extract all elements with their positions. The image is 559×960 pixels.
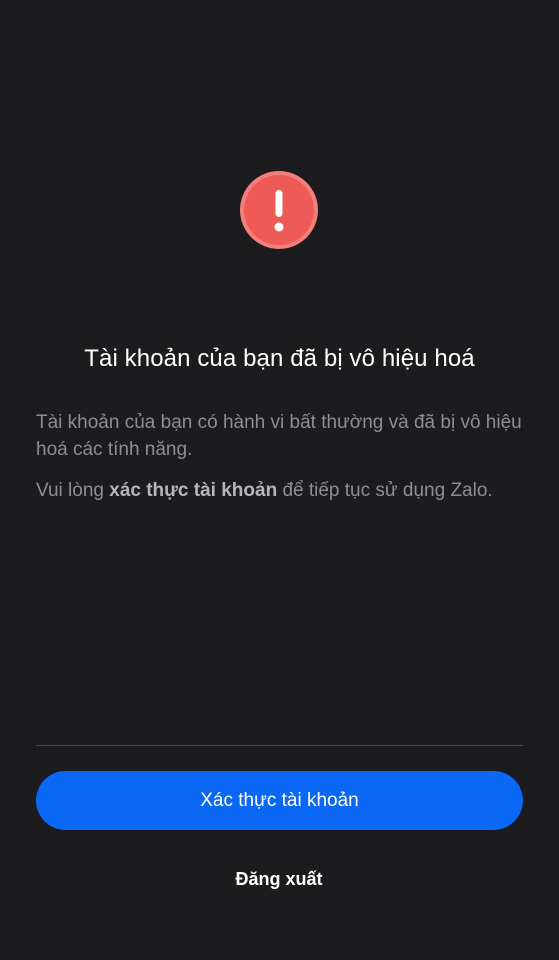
divider — [36, 745, 523, 746]
disabled-account-screen: Tài khoản của bạn đã bị vô hiệu hoá Tài … — [0, 0, 559, 960]
verify-account-button[interactable]: Xác thực tài khoản — [36, 771, 523, 830]
page-title: Tài khoản của bạn đã bị vô hiệu hoá — [84, 345, 475, 372]
instruction-bold: xác thực tài khoản — [109, 480, 278, 501]
alert-badge — [240, 171, 318, 249]
instruction-prefix: Vui lòng — [36, 480, 110, 501]
instruction-text: Vui lòng xác thực tài khoản để tiếp tục … — [36, 477, 526, 504]
description-text: Tài khoản của bạn có hành vi bất thường … — [36, 412, 522, 460]
description: Tài khoản của bạn có hành vi bất thường … — [36, 409, 526, 504]
instruction-suffix: để tiếp tục sử dụng Zalo. — [277, 480, 493, 501]
exclamation-icon — [244, 175, 314, 245]
logout-button[interactable]: Đăng xuất — [179, 864, 379, 894]
